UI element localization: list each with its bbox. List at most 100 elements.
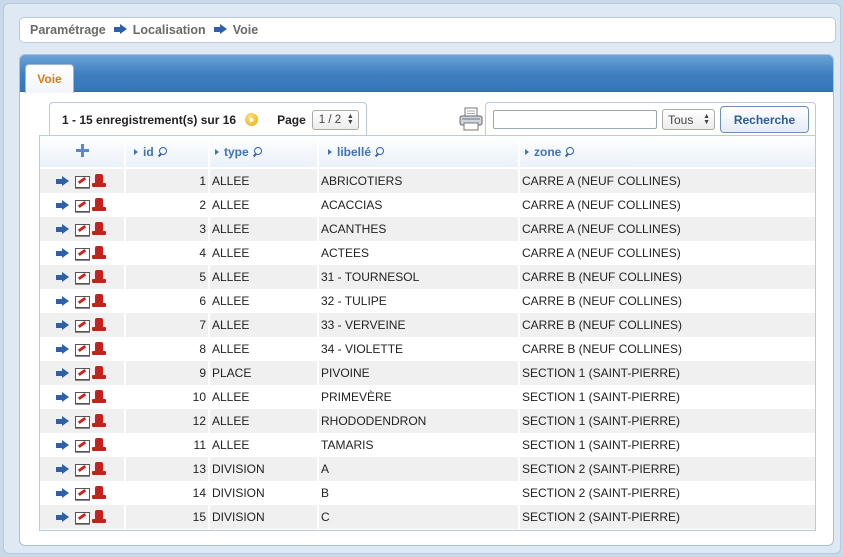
delete-icon[interactable] (92, 486, 106, 500)
table-row[interactable]: 12 ALLEE RHODODENDRON SECTION 1 (SAINT-PIER… (40, 409, 815, 433)
edit-icon[interactable] (74, 294, 90, 308)
plus-icon[interactable] (75, 143, 89, 157)
delete-icon[interactable] (92, 414, 106, 428)
table-row[interactable]: 11 ALLEE TAMARIS SECTION 1 (SAINT-PIERRE) (40, 433, 815, 457)
table-row[interactable]: 1 ALLEE ABRICOTIERS CARRE A (NEUF COLLINES) (40, 169, 815, 193)
breadcrumb: Paramétrage Localisation Voie (19, 17, 836, 43)
arrow-right-icon (113, 24, 127, 36)
row-actions (40, 241, 124, 265)
cell-type: ALLEE (208, 289, 317, 313)
arrow-right-icon[interactable] (56, 247, 70, 259)
cell-libelle: C (317, 505, 518, 529)
table-row[interactable]: 9 PLACE PIVOINE SECTION 1 (SAINT-PIERRE) (40, 361, 815, 385)
arrow-right-icon[interactable] (56, 415, 70, 427)
delete-icon[interactable] (92, 318, 106, 332)
arrow-right-icon[interactable] (56, 343, 70, 355)
table-row[interactable]: 6 ALLEE 32 - TULIPE CARRE B (NEUF COLLINES) (40, 289, 815, 313)
table-row[interactable]: 15 DIVISION C SECTION 2 (SAINT-PIERRE) (40, 505, 815, 529)
edit-icon[interactable] (74, 486, 90, 500)
pagination-bar: 1 - 15 enregistrement(s) sur 16 Page 1 /… (49, 102, 367, 136)
table-row[interactable]: 5 ALLEE 31 - TOURNESOL CARRE B (NEUF COLLIN… (40, 265, 815, 289)
row-actions (40, 385, 124, 409)
edit-icon[interactable] (74, 246, 90, 260)
delete-icon[interactable] (92, 222, 106, 236)
edit-icon[interactable] (74, 462, 90, 476)
arrow-right-icon[interactable] (56, 295, 70, 307)
delete-icon[interactable] (92, 438, 106, 452)
row-actions (40, 265, 124, 289)
edit-icon[interactable] (74, 510, 90, 524)
cell-id: 13 (124, 457, 208, 481)
edit-icon[interactable] (74, 342, 90, 356)
printer-icon[interactable] (458, 107, 484, 131)
arrow-right-icon[interactable] (56, 511, 70, 523)
delete-icon[interactable] (92, 294, 106, 308)
arrow-right-icon[interactable] (56, 463, 70, 475)
delete-icon[interactable] (92, 366, 106, 380)
cell-id: 1 (124, 169, 208, 193)
row-actions (40, 169, 124, 193)
cell-zone: CARRE B (NEUF COLLINES) (518, 289, 815, 313)
arrow-right-icon[interactable] (56, 439, 70, 451)
row-actions (40, 457, 124, 481)
search-input[interactable] (493, 110, 657, 129)
edit-icon[interactable] (74, 270, 90, 284)
search-button[interactable]: Recherche (720, 106, 809, 133)
table-row[interactable]: 4 ALLEE ACTEES CARRE A (NEUF COLLINES) (40, 241, 815, 265)
edit-icon[interactable] (74, 222, 90, 236)
table-row[interactable]: 2 ALLEE ACACCIAS CARRE A (NEUF COLLINES) (40, 193, 815, 217)
delete-icon[interactable] (92, 270, 106, 284)
page-select[interactable]: 1 / 2 ▲ ▼ (311, 109, 359, 130)
cell-zone: SECTION 1 (SAINT-PIERRE) (518, 433, 815, 457)
delete-icon[interactable] (92, 198, 106, 212)
tab-voie[interactable]: Voie (25, 64, 74, 93)
arrow-right-icon[interactable] (56, 391, 70, 403)
delete-icon[interactable] (92, 390, 106, 404)
table-row[interactable]: 14 DIVISION B SECTION 2 (SAINT-PIERRE) (40, 481, 815, 505)
breadcrumb-item-parametrage[interactable]: Paramétrage (30, 23, 106, 37)
column-header-zone[interactable]: zone (518, 136, 815, 169)
column-header-id[interactable]: id (124, 136, 208, 169)
arrow-right-icon[interactable] (56, 367, 70, 379)
arrow-right-icon[interactable] (56, 199, 70, 211)
arrow-right-icon[interactable] (56, 223, 70, 235)
delete-icon[interactable] (92, 342, 106, 356)
edit-icon[interactable] (74, 414, 90, 428)
search-bar: Tous ▲ ▼ Recherche (485, 102, 816, 136)
edit-icon[interactable] (74, 366, 90, 380)
cell-id: 3 (124, 217, 208, 241)
edit-icon[interactable] (74, 198, 90, 212)
column-header-type[interactable]: type (208, 136, 317, 169)
cell-zone: SECTION 1 (SAINT-PIERRE) (518, 361, 815, 385)
arrow-right-icon[interactable] (56, 175, 70, 187)
cell-libelle: PIVOINE (317, 361, 518, 385)
delete-icon[interactable] (92, 510, 106, 524)
delete-icon[interactable] (92, 174, 106, 188)
row-actions (40, 409, 124, 433)
edit-icon[interactable] (74, 438, 90, 452)
magnifier-icon (564, 147, 575, 157)
delete-icon[interactable] (92, 462, 106, 476)
table-row[interactable]: 8 ALLEE 34 - VIOLETTE CARRE B (NEUF COLLINE… (40, 337, 815, 361)
arrow-right-icon[interactable] (56, 319, 70, 331)
edit-icon[interactable] (74, 390, 90, 404)
breadcrumb-item-voie: Voie (232, 23, 259, 37)
row-actions (40, 481, 124, 505)
table-row[interactable]: 10 ALLEE PRIMEVÈRE SECTION 1 (SAINT-PIERRE) (40, 385, 815, 409)
edit-icon[interactable] (74, 174, 90, 188)
table-row[interactable]: 13 DIVISION A SECTION 2 (SAINT-PIERRE) (40, 457, 815, 481)
breadcrumb-item-localisation[interactable]: Localisation (133, 23, 206, 37)
edit-icon[interactable] (74, 318, 90, 332)
column-header-libelle[interactable]: libellé (317, 136, 518, 169)
row-actions (40, 193, 124, 217)
cell-libelle: 32 - TULIPE (317, 289, 518, 313)
arrow-right-icon[interactable] (56, 487, 70, 499)
delete-icon[interactable] (92, 246, 106, 260)
table-row[interactable]: 7 ALLEE 33 - VERVEINE CARRE B (NEUF COLLINE… (40, 313, 815, 337)
cell-zone: SECTION 2 (SAINT-PIERRE) (518, 457, 815, 481)
table-row[interactable]: 3 ALLEE ACANTHES CARRE A (NEUF COLLINES) (40, 217, 815, 241)
arrow-right-icon[interactable] (56, 271, 70, 283)
next-page-icon[interactable] (245, 113, 259, 126)
search-scope-select[interactable]: Tous ▲ ▼ (662, 109, 715, 130)
cell-zone: CARRE A (NEUF COLLINES) (518, 169, 815, 193)
